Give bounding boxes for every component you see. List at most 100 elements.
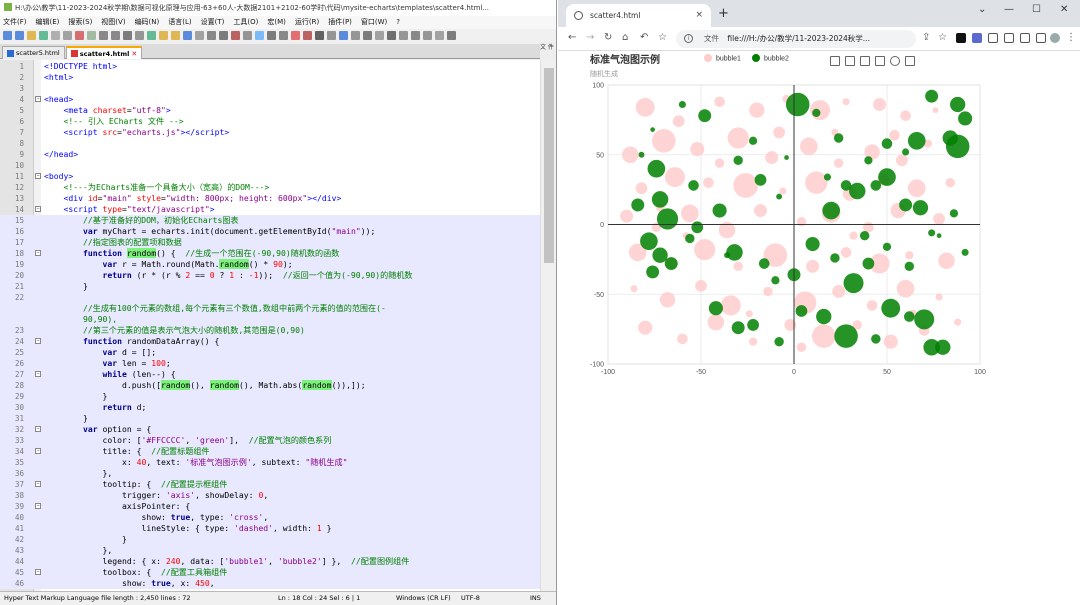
minimize-button[interactable]: — bbox=[1004, 4, 1014, 15]
fold-toggle-icon[interactable]: − bbox=[35, 569, 41, 575]
fold-toggle-icon[interactable]: − bbox=[35, 338, 41, 344]
code-line[interactable]: 18 − function random() { //生成一个范围在(-90,90… bbox=[0, 248, 540, 259]
code-line[interactable]: 10 bbox=[0, 160, 540, 171]
undo-icon[interactable]: ↶ bbox=[640, 32, 648, 43]
toolbox-save-icon[interactable] bbox=[905, 56, 915, 66]
toolbar-icon[interactable] bbox=[171, 31, 180, 40]
code-line[interactable]: 32 − var option = { bbox=[0, 424, 540, 435]
code-line[interactable]: 44 legend: { x: 240, data: ['bubble1', '… bbox=[0, 556, 540, 567]
toolbar-icon[interactable] bbox=[315, 31, 324, 40]
toolbar-icon[interactable] bbox=[159, 31, 168, 40]
toolbar-icon[interactable] bbox=[267, 31, 276, 40]
fold-toggle-icon[interactable]: − bbox=[35, 371, 41, 377]
code-line[interactable]: //生成有100个元素的数组,每个元素有三个数值,数组中前两个元素的值的范围在(… bbox=[0, 303, 540, 314]
fold-toggle-icon[interactable]: − bbox=[35, 206, 41, 212]
toolbar-icon[interactable] bbox=[147, 31, 156, 40]
fold-toggle-icon[interactable]: − bbox=[35, 481, 41, 487]
code-line[interactable]: 4 − <head> bbox=[0, 94, 540, 105]
toolbar-icon[interactable] bbox=[87, 31, 96, 40]
menu-item-2[interactable]: 搜索(S) bbox=[68, 18, 92, 26]
code-line[interactable]: 7 <script src="echarts.js"></script> bbox=[0, 127, 540, 138]
toolbar-icon[interactable] bbox=[363, 31, 372, 40]
code-line[interactable]: 25 var d = []; bbox=[0, 347, 540, 358]
tab-search-icon[interactable]: ⌄ bbox=[978, 4, 986, 15]
toolbar-icon[interactable] bbox=[351, 31, 360, 40]
toolbar-icon[interactable] bbox=[111, 31, 120, 40]
toolbar-icon[interactable] bbox=[447, 31, 456, 40]
back-icon[interactable]: ← bbox=[568, 32, 576, 43]
bookmark-star-icon[interactable]: ☆ bbox=[658, 32, 667, 43]
menu-item-3[interactable]: 视图(V) bbox=[101, 18, 125, 26]
address-bar[interactable]: i 文件 file:///H:/办公/教学/11-2023-2024秋学... bbox=[676, 30, 916, 48]
close-window-button[interactable]: ✕ bbox=[1060, 4, 1068, 15]
code-line[interactable]: 9 </head> bbox=[0, 149, 540, 160]
code-line[interactable]: 22 bbox=[0, 292, 540, 303]
menu-item-11[interactable]: 窗口(W) bbox=[361, 18, 387, 26]
toolbox-mark-icon[interactable] bbox=[830, 56, 840, 66]
code-line[interactable]: 27 − while (len--) { bbox=[0, 369, 540, 380]
reload-icon[interactable]: ↻ bbox=[604, 32, 612, 43]
code-line[interactable]: 13 <div id="main" style="width: 800px; h… bbox=[0, 193, 540, 204]
menu-item-8[interactable]: 宏(M) bbox=[267, 18, 286, 26]
code-line[interactable]: 34 − title: { //配置标题组件 bbox=[0, 446, 540, 457]
toolbar-icon[interactable] bbox=[231, 31, 240, 40]
scrollbar-thumb[interactable] bbox=[544, 68, 554, 263]
toolbar-icon[interactable] bbox=[63, 31, 72, 40]
toolbar-icon[interactable] bbox=[183, 31, 192, 40]
toolbar-icon[interactable] bbox=[135, 31, 144, 40]
toolbar-icon[interactable] bbox=[195, 31, 204, 40]
profile-avatar[interactable] bbox=[1050, 33, 1060, 43]
info-icon[interactable]: i bbox=[684, 34, 693, 43]
toolbar-icon[interactable] bbox=[3, 31, 12, 40]
toolbar-icon[interactable] bbox=[399, 31, 408, 40]
code-line[interactable]: 17 //指定图表的配置项和数据 bbox=[0, 237, 540, 248]
extension-icon-3[interactable] bbox=[988, 33, 998, 43]
editor-vertical-scrollbar[interactable] bbox=[540, 60, 556, 591]
code-line[interactable]: 29 } bbox=[0, 391, 540, 402]
code-line[interactable]: 5 <meta charset="utf-8"> bbox=[0, 105, 540, 116]
extension-icon-1[interactable] bbox=[956, 33, 966, 43]
code-line[interactable]: 11 − <body> bbox=[0, 171, 540, 182]
toolbox-magictype-icon[interactable] bbox=[875, 56, 885, 66]
close-tab-icon[interactable]: × bbox=[695, 4, 703, 27]
menu-item-7[interactable]: 工具(O) bbox=[233, 18, 258, 26]
code-line[interactable]: 14 − <script type="text/javascript"> bbox=[0, 204, 540, 215]
tab-scatter5[interactable]: scatter5.html bbox=[2, 46, 65, 59]
code-line[interactable]: 36 }, bbox=[0, 468, 540, 479]
code-line[interactable]: 20 return (r * (r % 2 == 0 ? 1 : -1)); /… bbox=[0, 270, 540, 281]
forward-icon[interactable]: → bbox=[586, 32, 594, 43]
code-line[interactable]: 90,90), bbox=[0, 314, 540, 325]
code-line[interactable]: 37 − tooltip: { //配置提示框组件 bbox=[0, 479, 540, 490]
sidebar-icon[interactable] bbox=[1036, 33, 1046, 43]
fold-toggle-icon[interactable]: − bbox=[35, 96, 41, 102]
toolbar-icon[interactable] bbox=[123, 31, 132, 40]
code-line[interactable]: 33 color: ['#FFCCCC', 'green'], //配置气泡的颜… bbox=[0, 435, 540, 446]
toolbar-icon[interactable] bbox=[339, 31, 348, 40]
code-line[interactable]: 35 x: 40, text: '标准气泡图示例', subtext: "随机生… bbox=[0, 457, 540, 468]
download-icon[interactable] bbox=[1020, 33, 1030, 43]
code-line[interactable]: 38 trigger: 'axis', showDelay: 0, bbox=[0, 490, 540, 501]
toolbar-icon[interactable] bbox=[51, 31, 60, 40]
code-line[interactable]: 28 d.push([random(), random(), Math.abs(… bbox=[0, 380, 540, 391]
toolbar-icon[interactable] bbox=[279, 31, 288, 40]
side-panel-tab[interactable]: 文 件 bbox=[540, 42, 556, 60]
toolbar-icon[interactable] bbox=[387, 31, 396, 40]
toolbox-dataview-icon[interactable] bbox=[860, 56, 870, 66]
code-line[interactable]: 1 <!DOCTYPE html> bbox=[0, 61, 540, 72]
toolbar-icon[interactable] bbox=[15, 31, 24, 40]
toolbar-icon[interactable] bbox=[39, 31, 48, 40]
toolbar-icon[interactable] bbox=[27, 31, 36, 40]
toolbar-icon[interactable] bbox=[207, 31, 216, 40]
crop-icon[interactable] bbox=[1004, 33, 1014, 43]
toolbar-icon[interactable] bbox=[303, 31, 312, 40]
code-line[interactable]: 15 //基于准备好的DOM，初始化ECharts图表 bbox=[0, 215, 540, 226]
code-line[interactable]: 41 lineStyle: { type: 'dashed', width: 1… bbox=[0, 523, 540, 534]
code-line[interactable]: 16 var myChart = echarts.init(document.g… bbox=[0, 226, 540, 237]
fold-toggle-icon[interactable]: − bbox=[35, 503, 41, 509]
browser-tab[interactable]: scatter4.html × bbox=[566, 4, 711, 27]
toolbar-icon[interactable] bbox=[411, 31, 420, 40]
toolbox-restore-icon[interactable] bbox=[890, 56, 900, 66]
toolbar-icon[interactable] bbox=[255, 31, 264, 40]
star-icon[interactable]: ☆ bbox=[938, 32, 947, 43]
toolbox-markundo-icon[interactable] bbox=[845, 56, 855, 66]
